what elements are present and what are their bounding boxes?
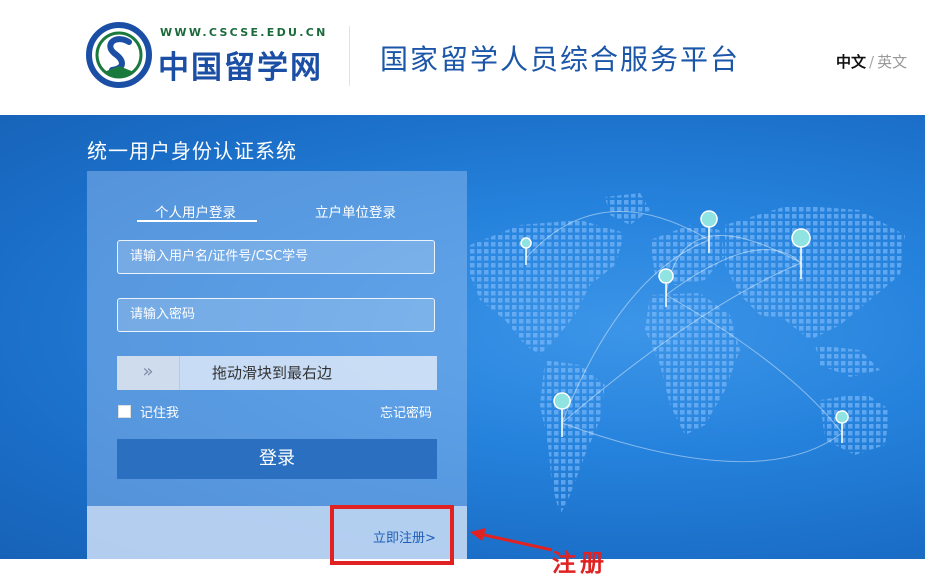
system-title: 统一用户身份认证系统 xyxy=(87,139,297,163)
tab-organization-login[interactable]: 立户单位登录 xyxy=(315,201,396,221)
forgot-password-link[interactable]: 忘记密码 xyxy=(380,402,432,421)
login-banner: 统一用户身份认证系统 个人用户登录 立户单位登录 请输入用户名/证件号/CSC学… xyxy=(0,115,925,559)
annotation-arrow-icon xyxy=(470,528,553,552)
header-divider xyxy=(349,26,350,86)
cscse-logo-icon[interactable] xyxy=(86,22,152,88)
site-header: WWW.CSCSE.EDU.CN 中国留学网 国家留学人员综合服务平台 中文 / 英… xyxy=(0,0,925,115)
lang-separator: / xyxy=(869,53,875,71)
register-highlight-box xyxy=(330,505,454,565)
username-input[interactable]: 请输入用户名/证件号/CSC学号 xyxy=(117,240,435,274)
logo-wordmark[interactable]: 中国留学网 xyxy=(158,42,323,87)
remember-me-checkbox[interactable] xyxy=(118,405,131,418)
remember-me-label[interactable]: 记住我 xyxy=(140,402,179,421)
lang-chinese-link[interactable]: 中文 xyxy=(836,53,866,71)
password-input[interactable]: 请输入密码 xyxy=(117,298,435,332)
logo-url-text: WWW.CSCSE.EDU.CN xyxy=(160,26,328,39)
login-panel: 个人用户登录 立户单位登录 请输入用户名/证件号/CSC学号 请输入密码 » 拖… xyxy=(87,171,467,506)
slider-instruction: 拖动滑块到最右边 xyxy=(212,364,333,382)
slider-handle[interactable]: » xyxy=(117,356,180,390)
annotation-text: 注册 xyxy=(552,549,608,577)
active-tab-indicator xyxy=(137,220,257,222)
site-title: 国家留学人员综合服务平台 xyxy=(380,43,741,76)
lang-english-link[interactable]: 英文 xyxy=(877,53,907,71)
slider-captcha[interactable]: » 拖动滑块到最右边 xyxy=(117,356,437,390)
login-button[interactable]: 登录 xyxy=(117,439,437,479)
remember-me: 记住我 xyxy=(118,402,179,421)
tab-personal-login[interactable]: 个人用户登录 xyxy=(155,201,236,221)
language-switch: 中文 / 英文 xyxy=(836,51,907,72)
